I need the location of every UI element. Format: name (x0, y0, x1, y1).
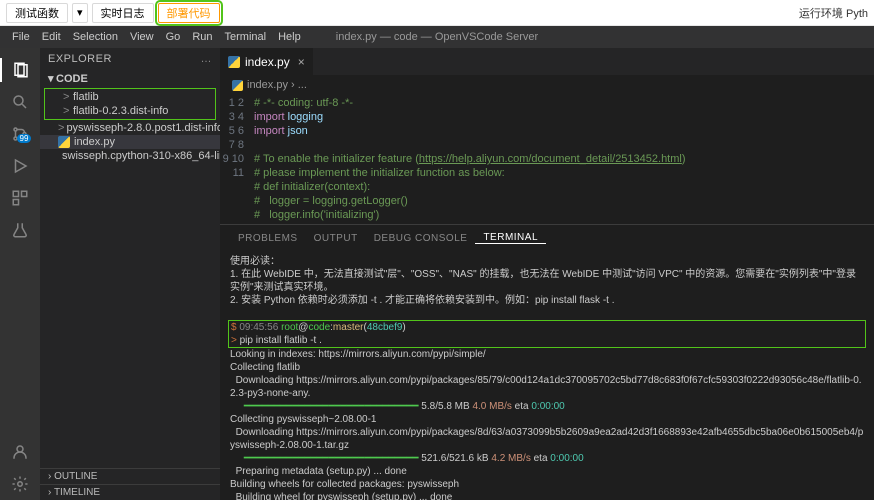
python-file-icon (58, 136, 70, 148)
close-icon[interactable]: × (298, 55, 305, 69)
highlighted-folders: >flatlib >flatlib-0.2.3.dist-info (44, 88, 216, 120)
outline-section[interactable]: › OUTLINE (40, 468, 220, 484)
extensions-icon[interactable] (8, 186, 32, 210)
panel-tab-terminal[interactable]: TERMINAL (475, 232, 546, 244)
test-function-dropdown[interactable]: ▾ (72, 3, 88, 23)
editor-area: index.py × index.py › ... 1 2 3 4 5 6 7 … (220, 48, 874, 500)
deploy-code-button[interactable]: 部署代码 (158, 3, 220, 23)
settings-icon[interactable] (8, 472, 32, 496)
panel-tab-output[interactable]: OUTPUT (306, 233, 366, 244)
menu-bar: File Edit Selection View Go Run Terminal… (0, 26, 874, 48)
tree-root-label[interactable]: ▾CODE (40, 70, 220, 87)
line-gutter: 1 2 3 4 5 6 7 8 9 10 11 (220, 94, 250, 224)
top-toolbar: 测试函数 ▾ 实时日志 部署代码 运行环境 Pyth (0, 0, 874, 26)
search-icon[interactable] (8, 90, 32, 114)
timeline-section[interactable]: › TIMELINE (40, 484, 220, 500)
code-editor[interactable]: 1 2 3 4 5 6 7 8 9 10 11 # -*- coding: ut… (220, 94, 874, 224)
explorer-header: EXPLORER… (40, 48, 220, 70)
tree-item-flatlib[interactable]: >flatlib (45, 90, 215, 104)
tree-item-index-py[interactable]: index.py (40, 135, 220, 149)
menu-run[interactable]: Run (186, 31, 218, 43)
menu-terminal[interactable]: Terminal (219, 31, 273, 43)
menu-view[interactable]: View (124, 31, 160, 43)
editor-tabs: index.py × (220, 48, 874, 76)
activity-bar: 99 (0, 48, 40, 500)
python-file-icon (232, 80, 243, 91)
terminal-output[interactable]: 使用必读：1. 在此 WebIDE 中，无法直接测试"层"、"OSS"、"NAS… (220, 251, 874, 500)
runtime-label: 运行环境 Pyth (799, 5, 868, 21)
tree-item-flatlib-dist[interactable]: >flatlib-0.2.3.dist-info (45, 104, 215, 118)
account-icon[interactable] (8, 440, 32, 464)
menu-go[interactable]: Go (160, 31, 187, 43)
menu-file[interactable]: File (6, 31, 36, 43)
tree-item-swisseph[interactable]: swisseph.cpython-310-x86_64-linux...U (40, 149, 220, 163)
explorer-icon[interactable] (0, 58, 40, 82)
ide-window: File Edit Selection View Go Run Terminal… (0, 26, 874, 500)
bottom-panel: PROBLEMS OUTPUT DEBUG CONSOLE TERMINAL 使… (220, 224, 874, 500)
panel-tab-problems[interactable]: PROBLEMS (230, 233, 306, 244)
test-function-button[interactable]: 测试函数 (6, 3, 68, 23)
more-icon[interactable]: … (201, 53, 213, 65)
window-title: index.py — code — OpenVSCode Server (336, 31, 538, 43)
tree-item-pyswisseph[interactable]: >pyswisseph-2.8.0.post1.dist-info (40, 121, 220, 135)
source-control-icon[interactable]: 99 (8, 122, 32, 146)
test-icon[interactable] (8, 218, 32, 242)
run-debug-icon[interactable] (8, 154, 32, 178)
menu-selection[interactable]: Selection (67, 31, 124, 43)
panel-tabs: PROBLEMS OUTPUT DEBUG CONSOLE TERMINAL (220, 225, 874, 251)
tab-index-py[interactable]: index.py × (220, 48, 314, 75)
panel-tab-debug[interactable]: DEBUG CONSOLE (366, 233, 476, 244)
python-file-icon (228, 56, 240, 68)
menu-help[interactable]: Help (272, 31, 307, 43)
breadcrumb[interactable]: index.py › ... (220, 76, 874, 94)
menu-edit[interactable]: Edit (36, 31, 67, 43)
explorer-sidebar: EXPLORER… ▾CODE >flatlib >flatlib-0.2.3.… (40, 48, 220, 500)
realtime-log-button[interactable]: 实时日志 (92, 3, 154, 23)
